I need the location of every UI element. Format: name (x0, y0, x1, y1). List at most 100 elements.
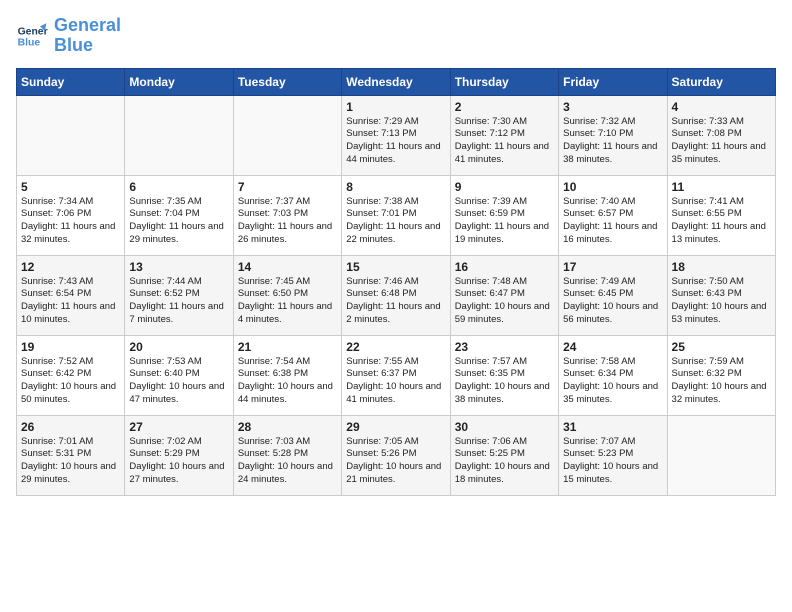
calendar-header: SundayMondayTuesdayWednesdayThursdayFrid… (17, 68, 776, 95)
day-number: 1 (346, 100, 445, 114)
day-header-tuesday: Tuesday (233, 68, 341, 95)
calendar-cell: 10 Sunrise: 7:40 AM Sunset: 6:57 PM Dayli… (559, 175, 667, 255)
day-number: 22 (346, 340, 445, 354)
day-details: Sunrise: 7:58 AM Sunset: 6:34 PM Dayligh… (563, 356, 662, 407)
day-details: Sunrise: 7:52 AM Sunset: 6:42 PM Dayligh… (21, 356, 120, 407)
day-number: 17 (563, 260, 662, 274)
day-details: Sunrise: 7:37 AM Sunset: 7:03 PM Dayligh… (238, 196, 337, 247)
calendar-cell: 9 Sunrise: 7:39 AM Sunset: 6:59 PM Daylig… (450, 175, 558, 255)
calendar-cell: 12 Sunrise: 7:43 AM Sunset: 6:54 PM Dayli… (17, 255, 125, 335)
day-number: 3 (563, 100, 662, 114)
calendar-week-4: 19 Sunrise: 7:52 AM Sunset: 6:42 PM Dayli… (17, 335, 776, 415)
day-number: 25 (672, 340, 771, 354)
day-number: 27 (129, 420, 228, 434)
day-number: 15 (346, 260, 445, 274)
day-number: 18 (672, 260, 771, 274)
day-header-friday: Friday (559, 68, 667, 95)
logo-icon: General Blue (16, 20, 48, 52)
calendar-cell: 8 Sunrise: 7:38 AM Sunset: 7:01 PM Daylig… (342, 175, 450, 255)
calendar-cell (125, 95, 233, 175)
page-header: General Blue GeneralBlue (16, 16, 776, 56)
day-details: Sunrise: 7:41 AM Sunset: 6:55 PM Dayligh… (672, 196, 771, 247)
day-details: Sunrise: 7:06 AM Sunset: 5:25 PM Dayligh… (455, 436, 554, 487)
day-number: 26 (21, 420, 120, 434)
calendar-cell: 16Sunrise: 7:48 AM Sunset: 6:47 PM Dayli… (450, 255, 558, 335)
calendar-week-1: 1Sunrise: 7:29 AM Sunset: 7:13 PM Daylig… (17, 95, 776, 175)
day-number: 11 (672, 180, 771, 194)
day-number: 21 (238, 340, 337, 354)
day-number: 6 (129, 180, 228, 194)
day-details: Sunrise: 7:43 AM Sunset: 6:54 PM Dayligh… (21, 276, 120, 327)
day-number: 31 (563, 420, 662, 434)
calendar-cell: 26Sunrise: 7:01 AM Sunset: 5:31 PM Dayli… (17, 415, 125, 495)
day-number: 2 (455, 100, 554, 114)
logo: General Blue GeneralBlue (16, 16, 121, 56)
day-details: Sunrise: 7:07 AM Sunset: 5:23 PM Dayligh… (563, 436, 662, 487)
calendar-cell: 19 Sunrise: 7:52 AM Sunset: 6:42 PM Dayli… (17, 335, 125, 415)
day-number: 13 (129, 260, 228, 274)
day-details: Sunrise: 7:38 AM Sunset: 7:01 PM Dayligh… (346, 196, 445, 247)
calendar-cell: 5Sunrise: 7:34 AM Sunset: 7:06 PM Daylig… (17, 175, 125, 255)
calendar-week-3: 12 Sunrise: 7:43 AM Sunset: 6:54 PM Dayli… (17, 255, 776, 335)
day-details: Sunrise: 7:49 AM Sunset: 6:45 PM Dayligh… (563, 276, 662, 327)
day-details: Sunrise: 7:32 AM Sunset: 7:10 PM Dayligh… (563, 116, 662, 167)
day-details: Sunrise: 7:46 AM Sunset: 6:48 PM Dayligh… (346, 276, 445, 327)
calendar-cell: 28Sunrise: 7:03 AM Sunset: 5:28 PM Dayli… (233, 415, 341, 495)
day-number: 8 (346, 180, 445, 194)
day-number: 7 (238, 180, 337, 194)
calendar-table: SundayMondayTuesdayWednesdayThursdayFrid… (16, 68, 776, 496)
day-number: 12 (21, 260, 120, 274)
day-header-monday: Monday (125, 68, 233, 95)
day-details: Sunrise: 7:30 AM Sunset: 7:12 PM Dayligh… (455, 116, 554, 167)
day-header-saturday: Saturday (667, 68, 775, 95)
day-number: 9 (455, 180, 554, 194)
calendar-cell: 15 Sunrise: 7:46 AM Sunset: 6:48 PM Dayli… (342, 255, 450, 335)
day-details: Sunrise: 7:40 AM Sunset: 6:57 PM Dayligh… (563, 196, 662, 247)
day-details: Sunrise: 7:05 AM Sunset: 5:26 PM Dayligh… (346, 436, 445, 487)
calendar-cell: 27 Sunrise: 7:02 AM Sunset: 5:29 PM Dayli… (125, 415, 233, 495)
day-number: 29 (346, 420, 445, 434)
calendar-cell: 18 Sunrise: 7:50 AM Sunset: 6:43 PM Dayli… (667, 255, 775, 335)
calendar-cell (667, 415, 775, 495)
day-details: Sunrise: 7:59 AM Sunset: 6:32 PM Dayligh… (672, 356, 771, 407)
day-details: Sunrise: 7:34 AM Sunset: 7:06 PM Dayligh… (21, 196, 120, 247)
calendar-cell: 25 Sunrise: 7:59 AM Sunset: 6:32 PM Dayli… (667, 335, 775, 415)
day-details: Sunrise: 7:02 AM Sunset: 5:29 PM Dayligh… (129, 436, 228, 487)
day-details: Sunrise: 7:50 AM Sunset: 6:43 PM Dayligh… (672, 276, 771, 327)
day-number: 28 (238, 420, 337, 434)
calendar-cell: 11 Sunrise: 7:41 AM Sunset: 6:55 PM Dayli… (667, 175, 775, 255)
svg-text:Blue: Blue (18, 37, 41, 48)
day-number: 4 (672, 100, 771, 114)
day-number: 14 (238, 260, 337, 274)
day-details: Sunrise: 7:53 AM Sunset: 6:40 PM Dayligh… (129, 356, 228, 407)
calendar-week-5: 26Sunrise: 7:01 AM Sunset: 5:31 PM Dayli… (17, 415, 776, 495)
calendar-cell: 22Sunrise: 7:55 AM Sunset: 6:37 PM Dayli… (342, 335, 450, 415)
calendar-cell: 29 Sunrise: 7:05 AM Sunset: 5:26 PM Dayli… (342, 415, 450, 495)
day-number: 23 (455, 340, 554, 354)
calendar-cell: 3 Sunrise: 7:32 AM Sunset: 7:10 PM Daylig… (559, 95, 667, 175)
day-details: Sunrise: 7:35 AM Sunset: 7:04 PM Dayligh… (129, 196, 228, 247)
calendar-cell: 2 Sunrise: 7:30 AM Sunset: 7:12 PM Daylig… (450, 95, 558, 175)
day-details: Sunrise: 7:45 AM Sunset: 6:50 PM Dayligh… (238, 276, 337, 327)
calendar-cell: 7 Sunrise: 7:37 AM Sunset: 7:03 PM Daylig… (233, 175, 341, 255)
day-number: 20 (129, 340, 228, 354)
calendar-cell: 23Sunrise: 7:57 AM Sunset: 6:35 PM Dayli… (450, 335, 558, 415)
calendar-cell: 20 Sunrise: 7:53 AM Sunset: 6:40 PM Dayli… (125, 335, 233, 415)
calendar-cell: 6 Sunrise: 7:35 AM Sunset: 7:04 PM Daylig… (125, 175, 233, 255)
day-details: Sunrise: 7:39 AM Sunset: 6:59 PM Dayligh… (455, 196, 554, 247)
day-header-wednesday: Wednesday (342, 68, 450, 95)
calendar-cell: 21Sunrise: 7:54 AM Sunset: 6:38 PM Dayli… (233, 335, 341, 415)
day-number: 10 (563, 180, 662, 194)
day-number: 19 (21, 340, 120, 354)
calendar-cell: 31 Sunrise: 7:07 AM Sunset: 5:23 PM Dayli… (559, 415, 667, 495)
day-number: 30 (455, 420, 554, 434)
day-header-sunday: Sunday (17, 68, 125, 95)
calendar-cell: 24Sunrise: 7:58 AM Sunset: 6:34 PM Dayli… (559, 335, 667, 415)
calendar-cell (233, 95, 341, 175)
calendar-cell: 14 Sunrise: 7:45 AM Sunset: 6:50 PM Dayli… (233, 255, 341, 335)
calendar-cell: 13Sunrise: 7:44 AM Sunset: 6:52 PM Dayli… (125, 255, 233, 335)
calendar-week-2: 5Sunrise: 7:34 AM Sunset: 7:06 PM Daylig… (17, 175, 776, 255)
calendar-cell: 17 Sunrise: 7:49 AM Sunset: 6:45 PM Dayli… (559, 255, 667, 335)
calendar-cell: 4Sunrise: 7:33 AM Sunset: 7:08 PM Daylig… (667, 95, 775, 175)
calendar-cell (17, 95, 125, 175)
